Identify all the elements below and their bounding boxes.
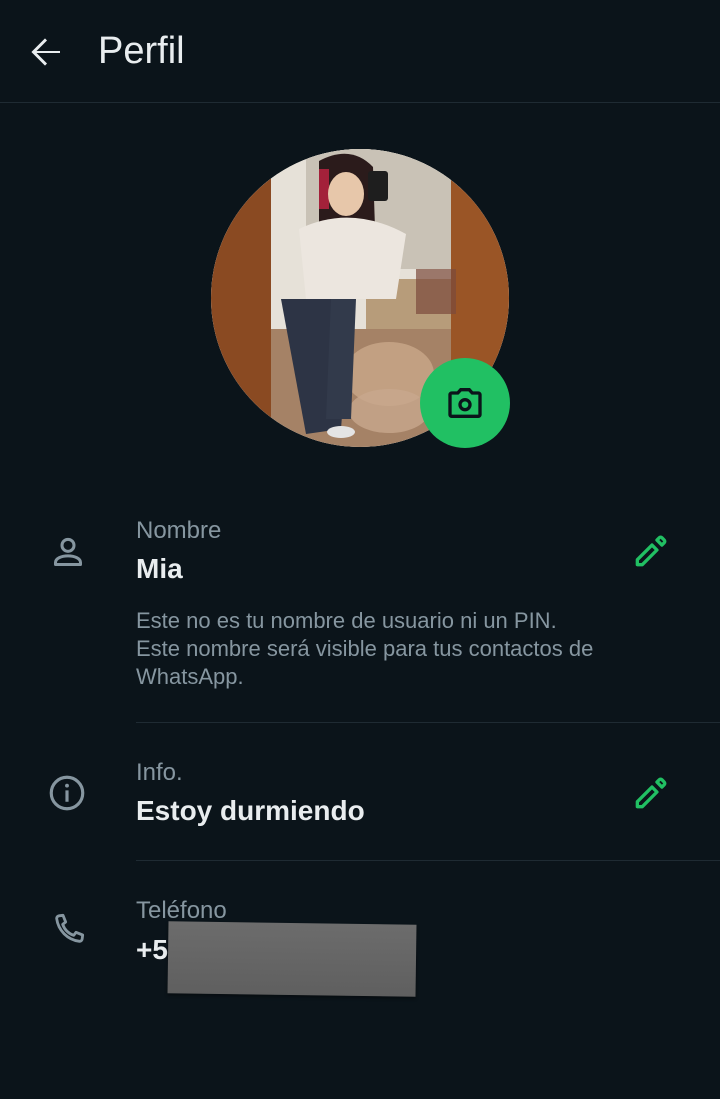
divider (136, 722, 720, 723)
edit-name-button[interactable] (630, 528, 674, 572)
back-arrow-icon (31, 38, 60, 66)
person-icon (48, 532, 88, 577)
camera-icon (448, 388, 482, 418)
app-header: Perfil (0, 0, 720, 103)
name-hint: Este no es tu nombre de usuario ni un PI… (136, 607, 676, 691)
redaction-block (167, 921, 417, 997)
back-button[interactable] (22, 28, 70, 76)
about-value: Estoy durmiendo (136, 795, 365, 826)
phone-value: +5 (136, 934, 168, 965)
change-photo-button[interactable] (420, 358, 510, 448)
phone-icon (48, 910, 88, 955)
pencil-icon (635, 777, 667, 809)
info-icon (46, 772, 88, 819)
name-label: Nombre (136, 517, 222, 544)
pencil-icon (635, 535, 667, 567)
page-title: Perfil (98, 30, 185, 72)
about-label: Info. (136, 759, 183, 786)
edit-about-button[interactable] (630, 770, 674, 814)
name-hint-line2: Este nombre será visible para tus contac… (136, 636, 594, 689)
divider (136, 860, 720, 861)
name-value: Mia (136, 553, 183, 584)
name-hint-line1: Este no es tu nombre de usuario ni un PI… (136, 608, 557, 633)
